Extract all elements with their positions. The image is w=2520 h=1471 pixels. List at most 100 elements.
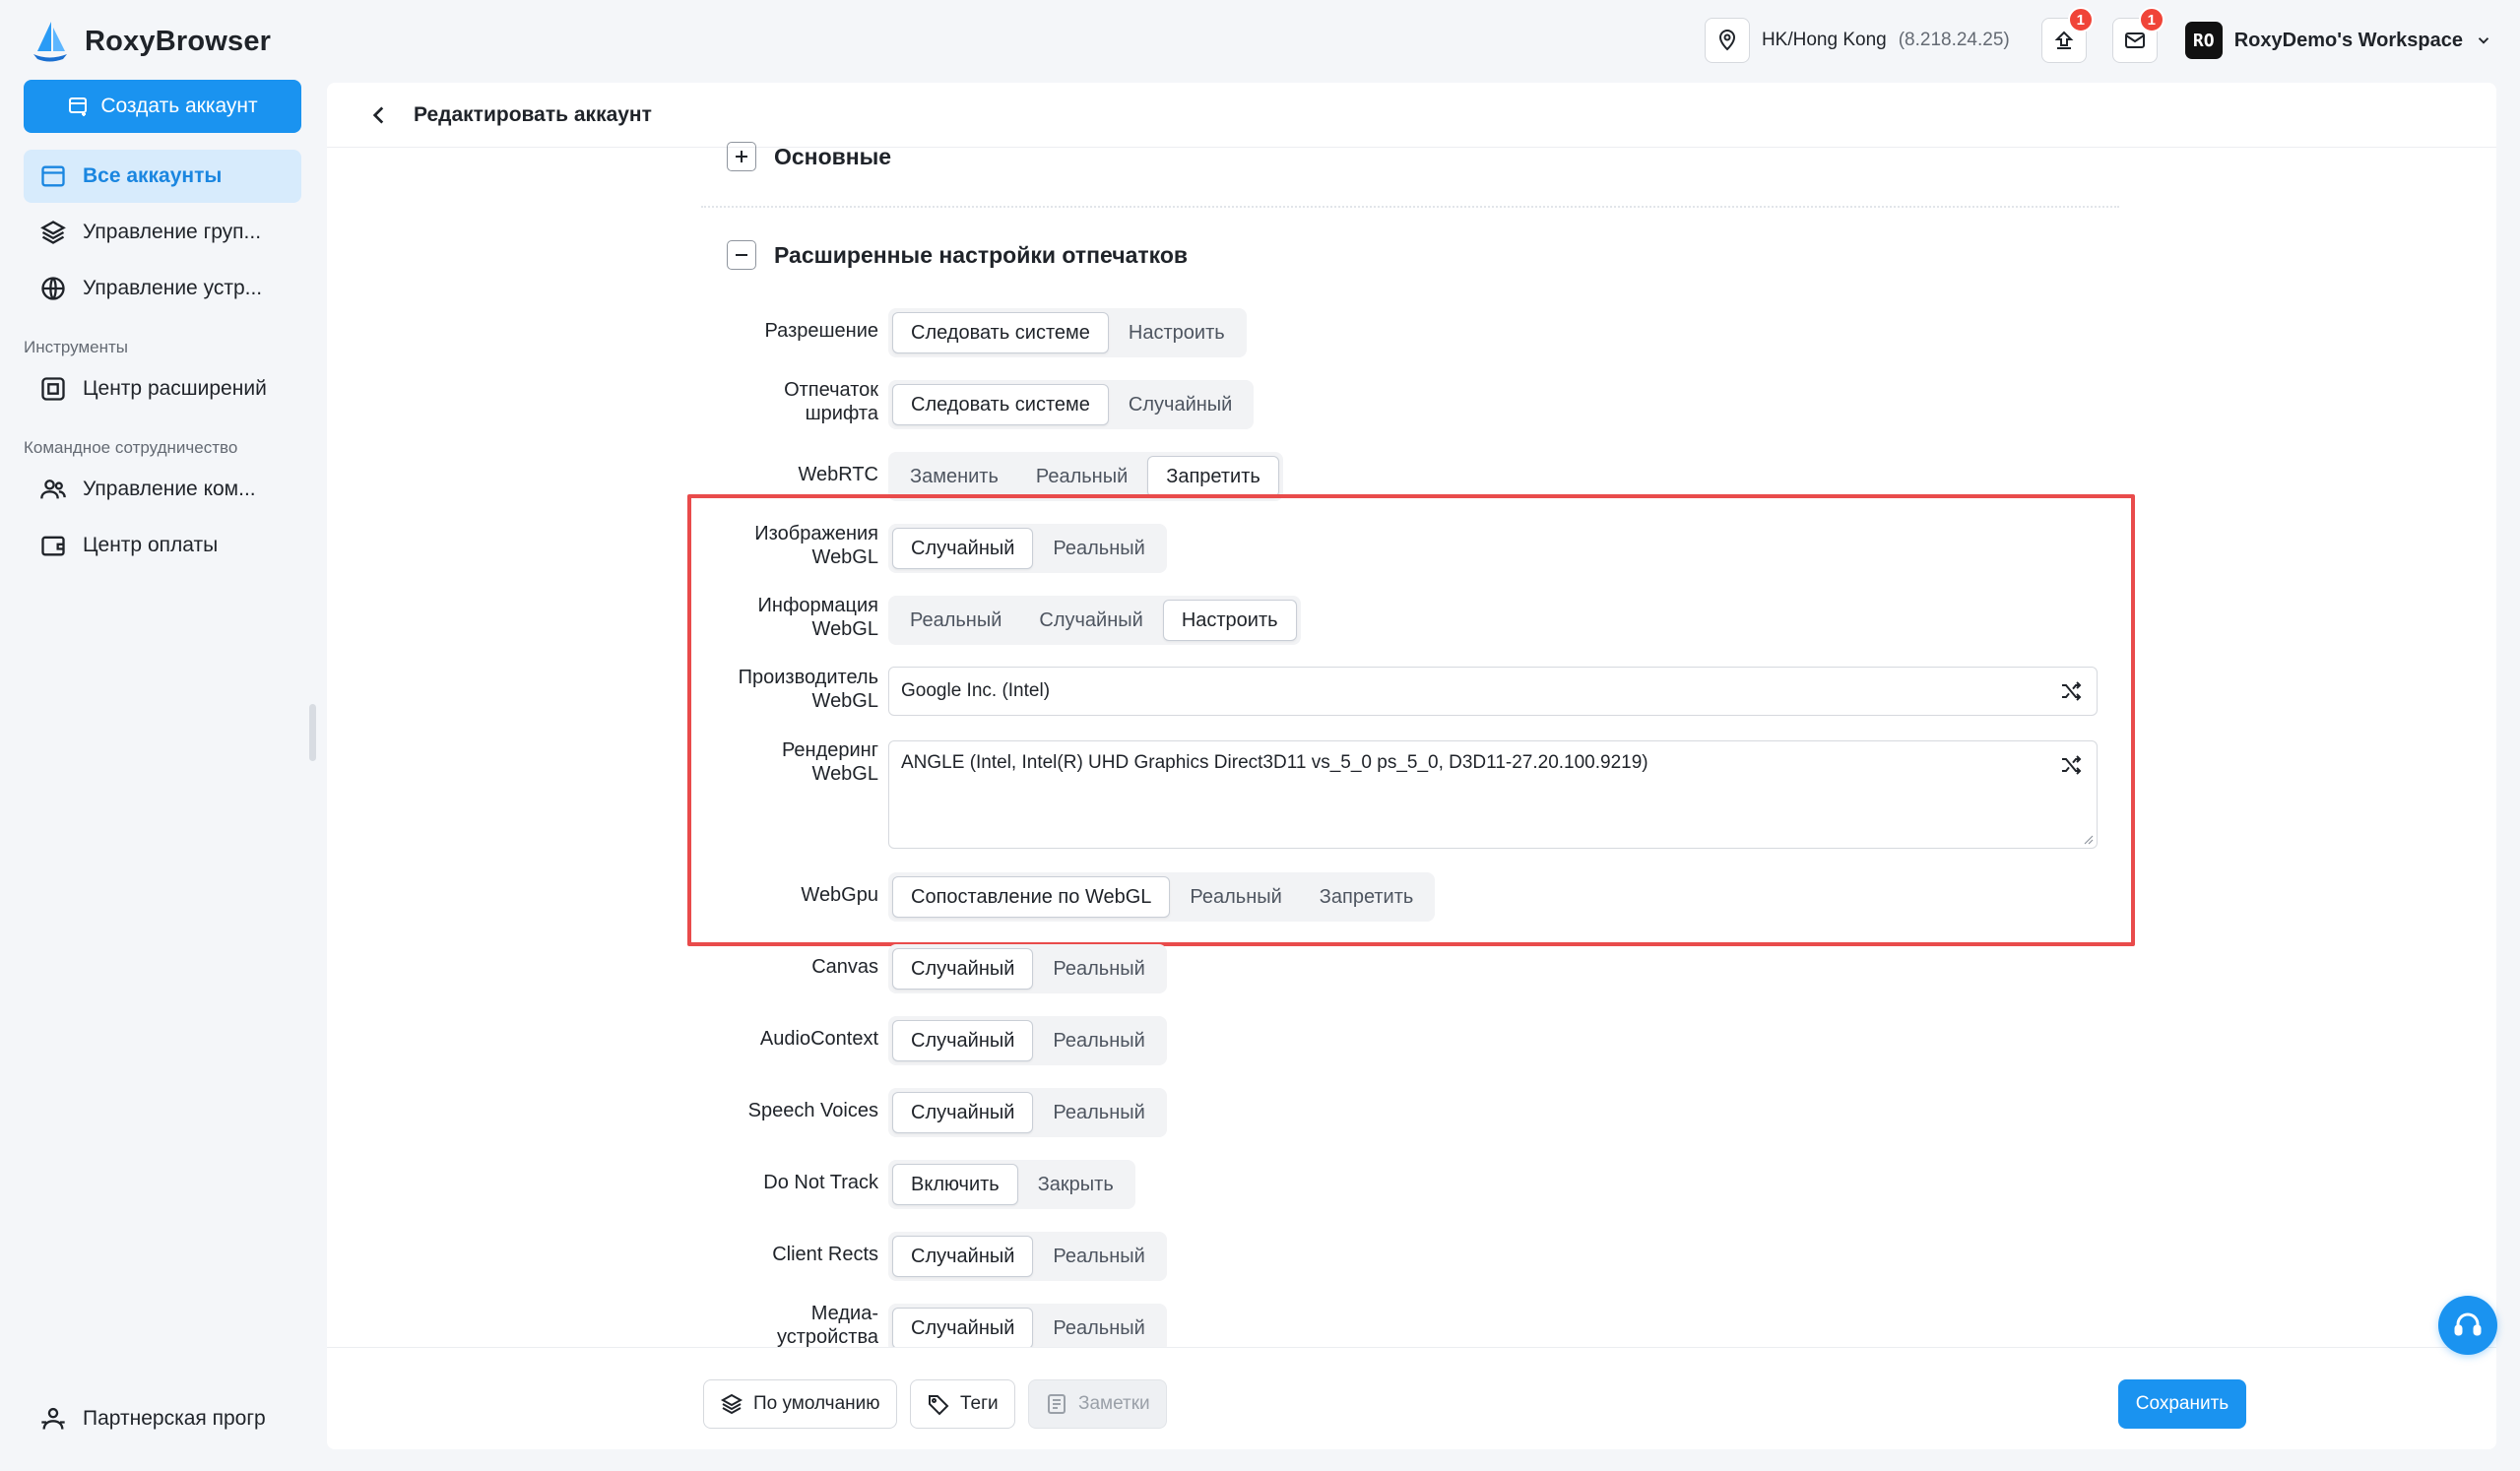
topbar: HK/Hong Kong (8.218.24.25) 1 1 RO RoxyDe… xyxy=(1704,7,2492,67)
create-account-button[interactable]: Создать аккаунт xyxy=(24,80,301,133)
webrtc-label: WebRTC xyxy=(798,464,878,485)
extension-icon xyxy=(41,377,65,401)
workspace-name: RoxyDemo's Workspace xyxy=(2233,29,2463,51)
speech-label: Speech Voices xyxy=(747,1100,878,1121)
media-option[interactable]: Реальный xyxy=(1035,1308,1162,1349)
client-rects-label: Client Rects xyxy=(772,1244,878,1265)
partner-icon xyxy=(41,1407,65,1430)
collapse-button[interactable] xyxy=(727,240,756,270)
location-pin-icon xyxy=(1718,30,1735,51)
dnt-toggle: Включить Закрыть xyxy=(888,1160,1135,1209)
workspace-switcher[interactable]: RO RoxyDemo's Workspace xyxy=(2184,22,2492,59)
webrtc-option[interactable]: Заменить xyxy=(892,456,1016,497)
font-option[interactable]: Случайный xyxy=(1111,384,1250,425)
support-button[interactable] xyxy=(2438,1296,2497,1355)
canvas-option[interactable]: Реальный xyxy=(1035,948,1162,990)
sailboat-logo-icon xyxy=(33,22,67,62)
font-toggle: Следовать системе Случайный xyxy=(888,380,1255,429)
sidebar-item-label: Центр расширений xyxy=(83,377,267,400)
sidebar-item-label: Партнерская прогр xyxy=(83,1407,266,1430)
app-name: RoxyBrowser xyxy=(85,25,272,57)
form-footer: По умолчанию Теги Заметки Сохранить xyxy=(327,1347,2496,1449)
font-label-line: шрифта xyxy=(805,403,878,424)
proxy-location[interactable]: HK/Hong Kong (8.218.24.25) xyxy=(1704,16,2010,65)
section-basic-title: Основные xyxy=(774,143,892,169)
sidebar-item-groups[interactable]: Управление груп... xyxy=(24,206,301,259)
location-button[interactable] xyxy=(1704,18,1750,63)
app-logo[interactable]: RoxyBrowser xyxy=(28,16,271,67)
sidebar-item-label: Все аккаунты xyxy=(83,164,223,187)
audio-option[interactable]: Реальный xyxy=(1035,1020,1162,1061)
create-account-label: Создать аккаунт xyxy=(100,95,258,117)
sidebar-item-label: Центр оплаты xyxy=(83,534,219,556)
sidebar-item-label: Управление груп... xyxy=(83,221,262,243)
resolution-option[interactable]: Следовать системе xyxy=(892,312,1109,353)
workspace-avatar: RO xyxy=(2184,22,2223,59)
canvas-toggle: Случайный Реальный xyxy=(888,944,1167,993)
mail-button[interactable]: 1 xyxy=(2111,7,2165,63)
speech-option[interactable]: Случайный xyxy=(892,1092,1034,1133)
wallet-icon xyxy=(41,536,65,556)
create-account-icon xyxy=(69,97,88,116)
mail-icon xyxy=(2124,32,2145,48)
dnt-option[interactable]: Закрыть xyxy=(1020,1164,1131,1205)
canvas-option[interactable]: Случайный xyxy=(892,948,1034,990)
notes-icon xyxy=(1048,1394,1066,1414)
webrtc-option[interactable]: Реальный xyxy=(1018,456,1145,497)
default-button[interactable]: По умолчанию xyxy=(703,1379,897,1429)
media-option[interactable]: Случайный xyxy=(892,1308,1034,1349)
sidebar-item-all-accounts[interactable]: Все аккаунты xyxy=(24,150,301,203)
back-arrow-icon[interactable] xyxy=(366,102,392,128)
upload-badge: 1 xyxy=(2067,7,2094,32)
dnt-option[interactable]: Включить xyxy=(892,1164,1018,1205)
section-basic[interactable]: Основные xyxy=(727,142,891,171)
sidebar-item-team[interactable]: Управление ком... xyxy=(24,463,301,516)
audio-label: AudioContext xyxy=(759,1028,878,1050)
default-button-label: По умолчанию xyxy=(753,1393,880,1414)
canvas-label: Canvas xyxy=(811,956,878,978)
sidebar-item-billing[interactable]: Центр оплаты xyxy=(24,519,301,572)
team-icon xyxy=(40,480,66,499)
page-header: Редактировать аккаунт xyxy=(327,83,2496,148)
notes-button-label: Заметки xyxy=(1078,1393,1150,1414)
layers-icon xyxy=(720,1393,743,1415)
font-label: Отпечаток шрифта xyxy=(327,378,878,425)
sidebar-scrollbar[interactable] xyxy=(309,704,316,761)
speech-toggle: Случайный Реальный xyxy=(888,1088,1167,1137)
sidebar: RoxyBrowser Создать аккаунт Все аккаунты… xyxy=(0,0,319,1471)
save-button[interactable]: Сохранить xyxy=(2118,1379,2246,1429)
font-label-line: Отпечаток xyxy=(784,379,878,401)
resolution-label: Разрешение xyxy=(764,320,879,342)
tags-button[interactable]: Теги xyxy=(910,1379,1015,1429)
audio-option[interactable]: Случайный xyxy=(892,1020,1034,1061)
page-title: Редактировать аккаунт xyxy=(414,102,652,126)
layers-icon xyxy=(40,221,66,244)
webrtc-option[interactable]: Запретить xyxy=(1147,456,1279,497)
upload-button[interactable]: 1 xyxy=(2040,7,2094,63)
sidebar-item-devices[interactable]: Управление устр... xyxy=(24,262,301,315)
resolution-option[interactable]: Настроить xyxy=(1111,312,1243,353)
globe-icon xyxy=(41,277,65,300)
speech-option[interactable]: Реальный xyxy=(1035,1092,1162,1133)
client-rects-option[interactable]: Случайный xyxy=(892,1236,1034,1277)
sidebar-item-partner[interactable]: Партнерская прогр xyxy=(24,1392,301,1445)
expand-button[interactable] xyxy=(727,142,756,171)
location-ip: (8.218.24.25) xyxy=(1898,30,2010,50)
audio-toggle: Случайный Реальный xyxy=(888,1016,1167,1065)
font-option[interactable]: Следовать системе xyxy=(892,384,1109,425)
minus-icon xyxy=(736,254,747,256)
client-rects-option[interactable]: Реальный xyxy=(1035,1236,1162,1277)
notes-button[interactable]: Заметки xyxy=(1028,1379,1167,1429)
tag-icon xyxy=(929,1395,949,1416)
media-label-line: устройства xyxy=(776,1326,878,1348)
main-panel: Редактировать аккаунт Основные Расширенн… xyxy=(327,83,2496,1449)
sidebar-item-extensions[interactable]: Центр расширений xyxy=(24,362,301,416)
client-rects-toggle: Случайный Реальный xyxy=(888,1232,1167,1281)
sidebar-item-label: Управление устр... xyxy=(83,277,263,299)
accounts-icon xyxy=(41,165,65,187)
section-advanced[interactable]: Расширенные настройки отпечатков xyxy=(727,240,1188,270)
section-advanced-title: Расширенные настройки отпечатков xyxy=(774,241,1189,268)
tags-button-label: Теги xyxy=(960,1393,999,1414)
sidebar-item-label: Управление ком... xyxy=(83,478,256,500)
sidebar-section-tools: Инструменты xyxy=(24,338,129,356)
